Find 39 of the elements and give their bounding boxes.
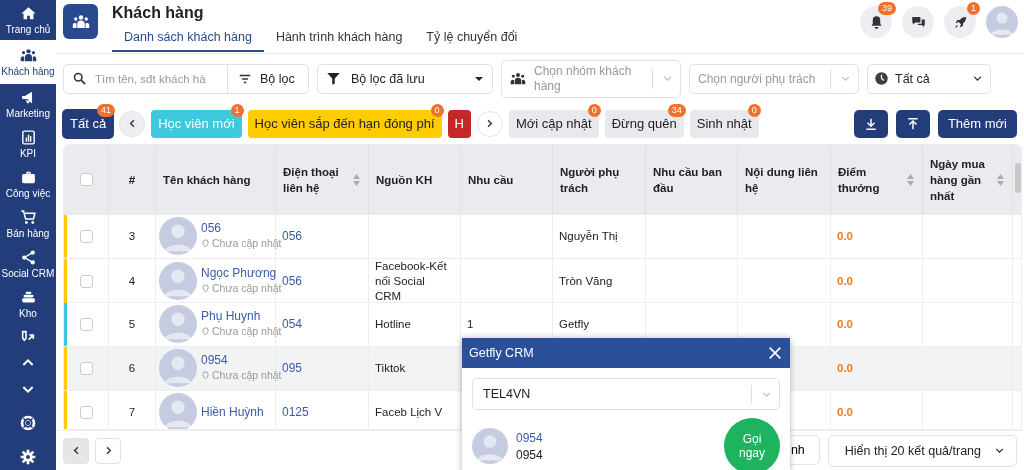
count-badge: 41	[97, 103, 116, 117]
row-number: 6	[109, 346, 156, 390]
points-cell: 0.0	[837, 273, 853, 289]
column-header: Người phụ trách	[553, 144, 646, 215]
location-text: Chưa cập nhật	[212, 237, 282, 252]
source-cell: Tiktok	[375, 360, 406, 376]
count-badge: 0	[430, 103, 444, 117]
points-cell: 0.0	[837, 228, 853, 244]
points-cell: 0.0	[837, 316, 853, 332]
notification-badge: 39	[878, 2, 896, 15]
source-cell: Faceb Lịch V	[375, 404, 443, 420]
row-number: 7	[109, 390, 156, 429]
row-number: 3	[109, 214, 156, 258]
rocket-badge: 1	[967, 2, 980, 15]
need-cell: 1	[467, 316, 474, 332]
column-header: Nguồn KH	[369, 144, 461, 215]
page-title: Khách hàng	[112, 4, 205, 22]
points-cell: 0.0	[837, 360, 853, 376]
location-text: Chưa cập nhật	[212, 369, 282, 384]
location-text: Chưa cập nhật	[212, 282, 282, 297]
owner-cell: Nguyễn Thị	[559, 228, 618, 244]
count-badge: 34	[667, 103, 686, 117]
column-header: #	[109, 144, 156, 215]
source-cell-text: Facebook-Kết nối Social CRM	[375, 258, 448, 304]
location-text: Chưa cập nhật	[212, 325, 282, 340]
count-badge: 0	[747, 103, 761, 117]
count-badge: 0	[587, 103, 601, 117]
points-cell: 0.0	[837, 404, 853, 420]
column-header: Tên khách hàng	[156, 144, 276, 215]
column-header: Nhu cầu	[461, 144, 553, 215]
owner-cell: Tròn Văng	[559, 273, 613, 289]
column-header: Nội dung liên hệ	[738, 144, 831, 215]
row-number: 5	[109, 302, 156, 346]
contact-phone: 0954	[516, 447, 543, 462]
popup-title: Getfly CRM	[469, 346, 534, 360]
source-cell: Hotline	[375, 316, 411, 332]
count-badge: 1	[230, 103, 244, 117]
column-header: Nhu cầu ban đầu	[646, 144, 738, 215]
owner-cell: Getfly	[559, 316, 590, 332]
